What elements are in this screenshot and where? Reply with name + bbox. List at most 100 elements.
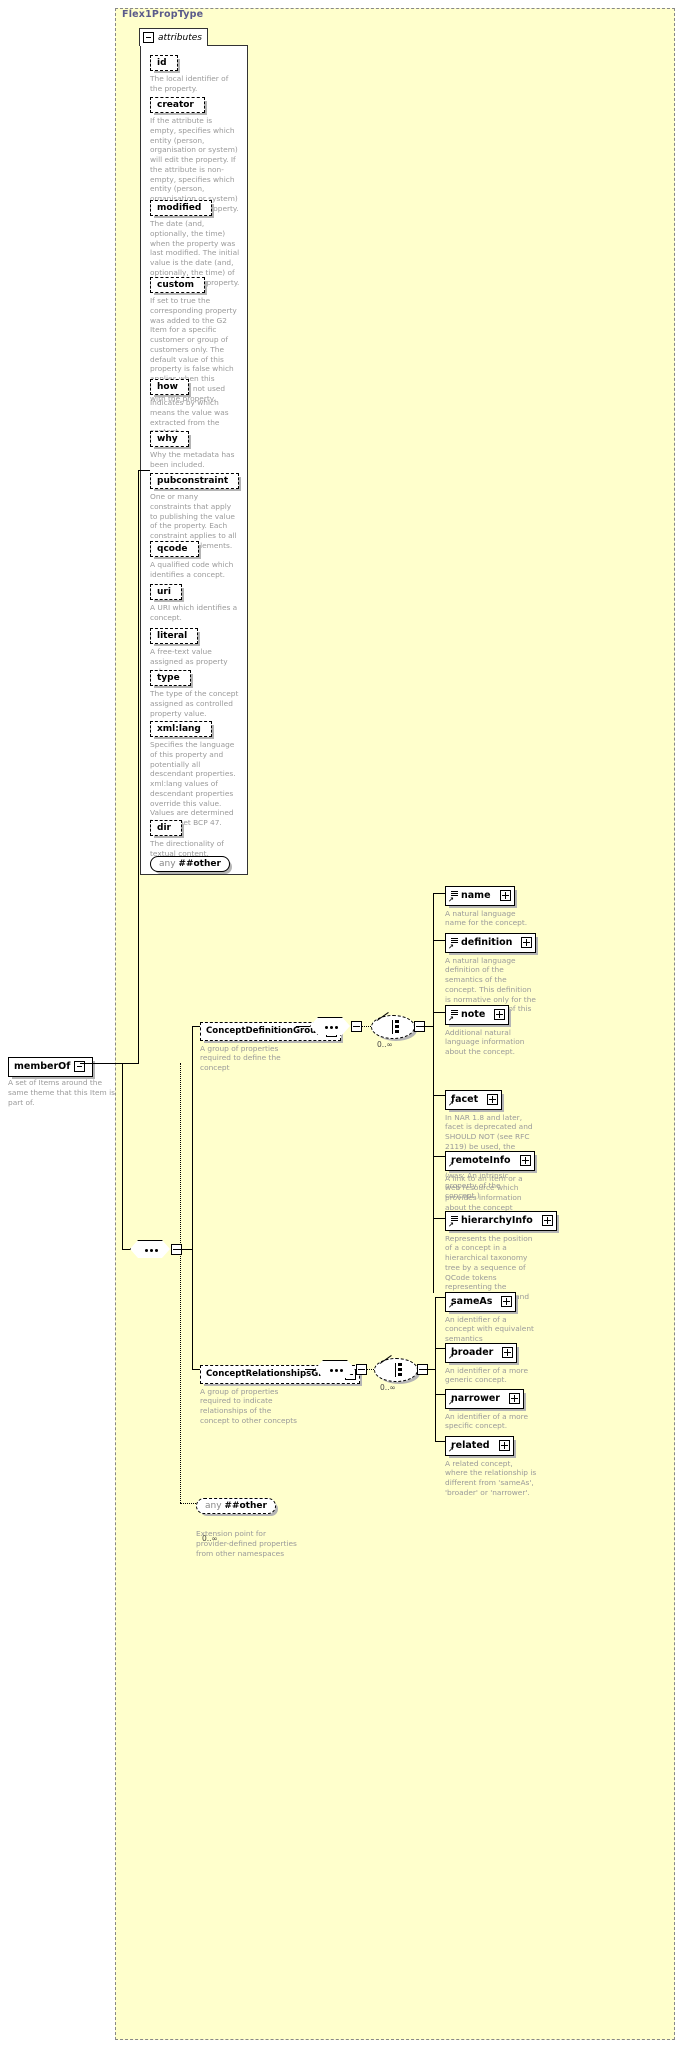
- attribute-description: The local identifier of the property.: [150, 74, 229, 93]
- element-label: sameAs: [451, 1296, 493, 1307]
- element-label: name: [461, 890, 491, 901]
- connector-line: [138, 470, 150, 471]
- connector-line: [192, 1026, 193, 1250]
- attribute-chip[interactable]: literal: [150, 628, 199, 644]
- connector-line: [138, 470, 139, 1064]
- expand-plus-icon[interactable]: [487, 1094, 499, 1105]
- attribute-chip[interactable]: type: [150, 670, 191, 686]
- element-label: hierarchyInfo: [461, 1215, 533, 1226]
- connector-line: [426, 1369, 435, 1370]
- element-broader[interactable]: broader ↗ An identifier of a more generi…: [445, 1340, 537, 1385]
- attribute-chip[interactable]: modified: [150, 200, 213, 216]
- element-description: A natural language name for the concept.: [445, 908, 528, 928]
- attribute-chip[interactable]: creator: [150, 97, 205, 113]
- connector-line: [433, 1156, 445, 1157]
- group-description: A group of properties required to define…: [200, 1043, 281, 1073]
- element-description: A link to an item or a web resource whic…: [445, 1173, 523, 1212]
- any-prefix-label: any: [159, 859, 176, 869]
- attribute-chip[interactable]: how: [150, 379, 189, 395]
- connector-line-dotted: [366, 1369, 374, 1370]
- element-box[interactable]: remoteInfo ↗: [445, 1150, 535, 1171]
- any-other-chip[interactable]: any ##other: [150, 856, 230, 872]
- attribute-chip[interactable]: uri: [150, 584, 182, 600]
- element-box[interactable]: hierarchyInfo ↗: [445, 1210, 557, 1231]
- schema-diagram: Flex1PropType attributes id The local id…: [0, 0, 687, 2048]
- extension-any-other[interactable]: any ##other 0..∞ Extension point for pro…: [196, 1493, 300, 1558]
- element-sameAs[interactable]: sameAs ↗ An identifier of a concept with…: [445, 1289, 537, 1344]
- attribute-chip[interactable]: id: [150, 55, 178, 71]
- expand-plus-icon[interactable]: [508, 1393, 520, 1404]
- connector-line: [433, 893, 445, 894]
- attribute-chip[interactable]: xml:lang: [150, 721, 212, 737]
- choice-bars-icon: [395, 1363, 403, 1377]
- optional-arrow-icon: ↗: [448, 1398, 454, 1407]
- connector-line: [433, 1218, 445, 1219]
- element-memberOf[interactable]: memberOf: [8, 1054, 94, 1077]
- connector-line: [433, 940, 445, 941]
- connector-line: [423, 1026, 433, 1027]
- element-box[interactable]: related ↗: [445, 1435, 514, 1456]
- attribute-type[interactable]: type The type of the concept assigned as…: [150, 665, 240, 718]
- any-namespace-label: ##other: [178, 859, 221, 869]
- connector-line: [435, 1394, 445, 1395]
- element-related[interactable]: related ↗ A related concept, where the r…: [445, 1433, 537, 1498]
- expand-plus-icon[interactable]: [499, 890, 511, 901]
- element-label: definition: [461, 937, 513, 948]
- attribute-why[interactable]: why Why the metadata has been included.: [150, 426, 240, 470]
- element-box[interactable]: definition ↗: [445, 932, 537, 953]
- element-box[interactable]: sameAs ↗: [445, 1291, 517, 1312]
- element-label: note: [461, 1009, 486, 1020]
- connector-line: [305, 1369, 315, 1370]
- attribute-chip[interactable]: why: [150, 431, 189, 447]
- expand-plus-icon[interactable]: [541, 1215, 553, 1226]
- attributes-tab[interactable]: attributes: [139, 28, 208, 46]
- attribute-any-other[interactable]: any ##other: [150, 851, 230, 872]
- choice-compositor[interactable]: [374, 1355, 418, 1382]
- expand-plus-icon[interactable]: [494, 1009, 506, 1020]
- element-description: An identifier of a more specific concept…: [445, 1411, 529, 1431]
- connector-line: [435, 1297, 436, 1441]
- attribute-chip[interactable]: qcode: [150, 541, 199, 557]
- attributes-tab-label: attributes: [158, 32, 202, 43]
- element-box[interactable]: narrower ↗: [445, 1388, 524, 1409]
- element-remoteInfo[interactable]: remoteInfo ↗ A link to an item or a web …: [445, 1148, 537, 1213]
- element-box[interactable]: facet ↗: [445, 1089, 503, 1110]
- connector-line: [435, 1441, 445, 1442]
- connector-line-dotted: [180, 1063, 181, 1503]
- element-note[interactable]: note ↗ Additional natural language infor…: [445, 1004, 537, 1057]
- attribute-chip[interactable]: dir: [150, 820, 182, 836]
- connector-line: [192, 1249, 193, 1369]
- element-box[interactable]: memberOf: [8, 1056, 94, 1077]
- element-label: facet: [451, 1094, 479, 1105]
- attribute-description: A URI which identifies a concept.: [150, 603, 238, 622]
- attribute-chip[interactable]: custom: [150, 277, 205, 293]
- element-narrower[interactable]: narrower ↗ An identifier of a more speci…: [445, 1386, 537, 1431]
- connector-line: [435, 1297, 445, 1298]
- any-other-chip[interactable]: any ##other: [196, 1498, 276, 1514]
- optional-arrow-icon: ↗: [448, 1014, 454, 1023]
- attribute-uri[interactable]: uri A URI which identifies a concept.: [150, 579, 240, 623]
- attribute-xml-lang[interactable]: xml:lang Specifies the language of this …: [150, 716, 240, 828]
- expand-plus-icon[interactable]: [501, 1296, 513, 1307]
- connector-line-dotted: [361, 1026, 371, 1027]
- element-box[interactable]: name ↗: [445, 885, 515, 906]
- expand-plus-icon[interactable]: [519, 1155, 531, 1166]
- optional-arrow-icon: ↗: [448, 895, 454, 904]
- attribute-qcode[interactable]: qcode A qualified code which identifies …: [150, 536, 240, 580]
- attribute-id[interactable]: id The local identifier of the property.: [150, 50, 240, 94]
- choice-compositor[interactable]: [371, 1012, 415, 1039]
- connector-line: [192, 1026, 200, 1027]
- occurrence-label: 0..∞: [380, 1383, 396, 1392]
- expand-plus-icon[interactable]: [502, 1347, 514, 1358]
- expand-plus-icon[interactable]: [521, 937, 533, 948]
- expand-plus-icon[interactable]: [498, 1440, 510, 1451]
- element-box[interactable]: broader ↗: [445, 1342, 518, 1363]
- connector-line: [433, 1012, 445, 1013]
- attribute-chip[interactable]: pubconstraint: [150, 473, 240, 489]
- optional-arrow-icon: ↗: [448, 1220, 454, 1229]
- optional-arrow-icon: ↗: [448, 942, 454, 951]
- choice-bars-icon: [392, 1020, 400, 1034]
- element-box[interactable]: note ↗: [445, 1004, 510, 1025]
- collapse-minus-icon[interactable]: [143, 32, 154, 43]
- element-name[interactable]: name ↗ A natural language name for the c…: [445, 885, 537, 928]
